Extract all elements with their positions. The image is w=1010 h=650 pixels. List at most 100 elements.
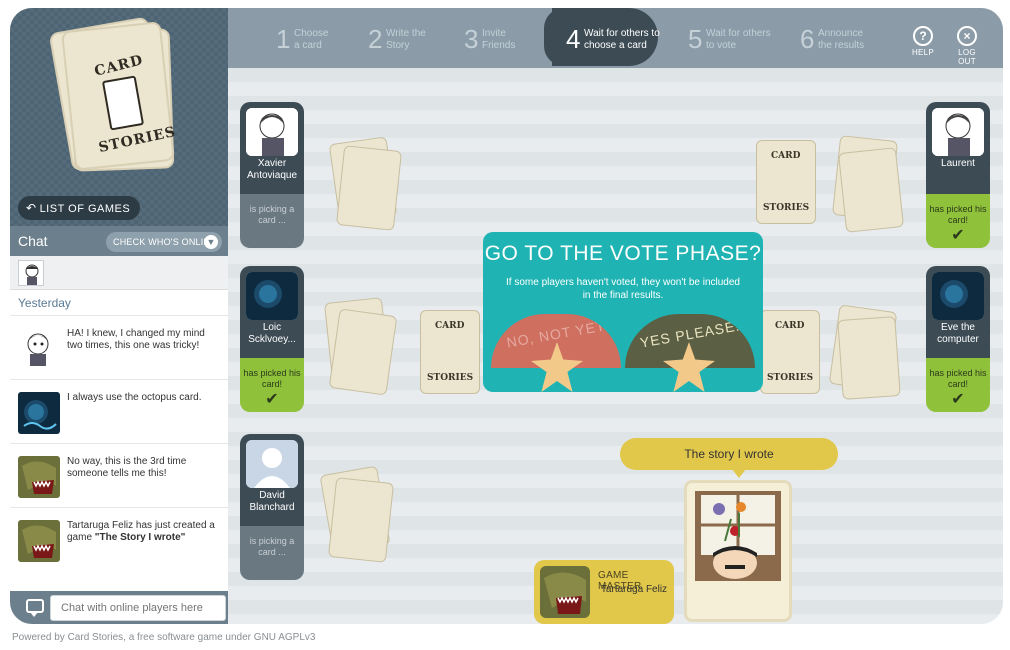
dinosaur-avatar — [540, 566, 590, 618]
player-status-text: has picked his card! — [929, 204, 987, 225]
card-back-word: CARD — [435, 321, 465, 331]
chat-message: Tartaruga Feliz has just created a game … — [10, 507, 228, 571]
cartoon-boy-avatar — [18, 328, 60, 370]
card-back-word: STORIES — [767, 373, 814, 383]
player-avatar — [246, 108, 298, 156]
vote-phase-dialog: GO TO THE VOTE PHASE? If some players ha… — [483, 232, 763, 392]
played-card-back[interactable]: CARD STORIES — [756, 140, 816, 224]
list-of-games-label: LIST OF GAMES — [39, 203, 131, 215]
logout-button[interactable]: × LOG OUT — [952, 26, 982, 66]
steps-bar: 1 Choose a card 2 Write the Story 3 Invi… — [228, 8, 1003, 68]
player-name: Eve the computer — [937, 322, 979, 345]
day-separator: Yesterday — [18, 296, 71, 310]
story-card — [684, 480, 792, 622]
chat-message: I always use the octopus card. — [10, 379, 228, 443]
player-seat: David Blanchard is picking a card ... — [240, 434, 304, 580]
chat-header: Chat CHECK WHO'S ONLINE ▼ — [10, 226, 228, 256]
chat-input[interactable] — [50, 595, 226, 621]
game-master-badge: GAME MASTER Tartaruga Feliz — [534, 560, 674, 624]
hand-card — [837, 147, 905, 233]
player-seat: Eve the computer has picked his card! ✔ — [926, 266, 990, 412]
chat-input-bar — [10, 591, 228, 624]
chat-message-text: No way, this is the 3rd time someone tel… — [67, 456, 187, 479]
played-card-back[interactable]: CARD STORIES — [760, 310, 820, 394]
player-avatar — [246, 272, 298, 320]
player-name: Xavier Antoviaque — [246, 158, 298, 181]
game-master-name: Tartaruga Feliz — [600, 584, 668, 595]
player-name: Loic Scklvoey... — [248, 322, 296, 345]
story-title-bubble: The story I wrote — [620, 438, 838, 478]
logout-label: LOG OUT — [958, 48, 976, 66]
step-label: Wait for others to choose a card — [584, 28, 660, 51]
step-label: Choose a card — [294, 28, 329, 51]
step-number: 4 — [566, 24, 581, 54]
hand-card — [328, 308, 398, 396]
online-user-avatar[interactable] — [18, 260, 44, 286]
player-avatar — [932, 272, 984, 320]
player-seat: Laurent has picked his card! ✔ — [926, 102, 990, 248]
player-status: has picked his card! ✔ — [926, 358, 990, 412]
chat-message: HA! I knew, I changed my mind two times,… — [10, 315, 228, 379]
check-icon: ✔ — [265, 391, 279, 408]
list-of-games-button[interactable]: ↶ LIST OF GAMES — [18, 196, 141, 220]
card-back-word: CARD — [775, 321, 805, 331]
card-back-word: STORIES — [763, 203, 810, 213]
player-seat: Xavier Antoviaque is picking a card ... — [240, 102, 304, 248]
question-icon: ? — [913, 26, 933, 46]
footer-credit: Powered by Card Stories, a free software… — [12, 632, 316, 643]
step-label: Write the Story — [386, 28, 426, 51]
player-avatar — [246, 440, 298, 488]
step-number: 1 — [276, 24, 291, 54]
player-status: is picking a card ... — [240, 526, 304, 580]
octopus-avatar — [18, 392, 60, 434]
chat-message: No way, this is the 3rd time someone tel… — [10, 443, 228, 507]
dialog-title: GO TO THE VOTE PHASE? — [484, 242, 762, 265]
chat-message-text: HA! I knew, I changed my mind two times,… — [67, 328, 205, 351]
step-number: 3 — [464, 24, 479, 54]
dinosaur-avatar — [18, 520, 60, 562]
step-label: Wait for others to vote — [706, 28, 771, 51]
back-arrow-icon: ↶ — [26, 201, 37, 215]
player-status-text: has picked his card! — [929, 368, 987, 389]
player-avatar — [932, 108, 984, 156]
close-icon: × — [957, 26, 977, 46]
chat-bubble-icon — [26, 599, 44, 617]
player-seat: Loic Scklvoey... has picked his card! ✔ — [240, 266, 304, 412]
chat-message-text: I always use the octopus card. — [67, 392, 202, 403]
player-status-text: has picked his card! — [243, 368, 301, 389]
chat-log: Yesterday HA! I knew, I changed my mind … — [10, 291, 228, 591]
check-online-button[interactable]: CHECK WHO'S ONLINE ▼ — [106, 232, 222, 252]
step-number: 6 — [800, 24, 815, 54]
chevron-down-icon: ▼ — [204, 235, 218, 249]
player-status: has picked his card! ✔ — [240, 358, 304, 412]
game-window: CARD STORIES ↶ LIST OF GAMES Chat CHECK W… — [10, 8, 1003, 624]
game-title-link[interactable]: "The Story I wrote" — [95, 532, 186, 543]
sidebar: CARD STORIES ↶ LIST OF GAMES Chat CHECK W… — [10, 8, 228, 624]
player-name: Laurent — [941, 158, 975, 169]
player-status: has picked his card! ✔ — [926, 194, 990, 248]
online-users-bar — [10, 256, 228, 290]
step-label: Announce the results — [818, 28, 865, 51]
step-number: 5 — [688, 24, 703, 54]
hand-card — [837, 316, 901, 400]
hand-card — [327, 477, 395, 563]
logo-panel: CARD STORIES ↶ LIST OF GAMES — [10, 8, 228, 226]
card-back-word: STORIES — [427, 373, 474, 383]
chat-message-text: Tartaruga Feliz has just created a game … — [67, 520, 217, 544]
chat-title: Chat — [18, 233, 48, 249]
dinosaur-avatar — [18, 456, 60, 498]
step-label: Invite Friends — [482, 28, 516, 51]
player-name: David Blanchard — [249, 490, 295, 513]
check-icon: ✔ — [951, 227, 965, 244]
player-status: is picking a card ... — [240, 194, 304, 248]
check-icon: ✔ — [951, 391, 965, 408]
help-label: HELP — [911, 48, 935, 57]
check-online-label: CHECK WHO'S ONLINE — [113, 237, 217, 247]
card-back-word: CARD — [771, 151, 801, 161]
hand-card — [335, 145, 403, 231]
dialog-description: If some players haven't voted, they won'… — [506, 277, 740, 301]
help-button[interactable]: ? HELP — [908, 26, 938, 57]
game-table: Xavier Antoviaque is picking a card ... … — [228, 68, 1003, 624]
played-card-back[interactable]: CARD STORIES — [420, 310, 480, 394]
step-number: 2 — [368, 24, 383, 54]
